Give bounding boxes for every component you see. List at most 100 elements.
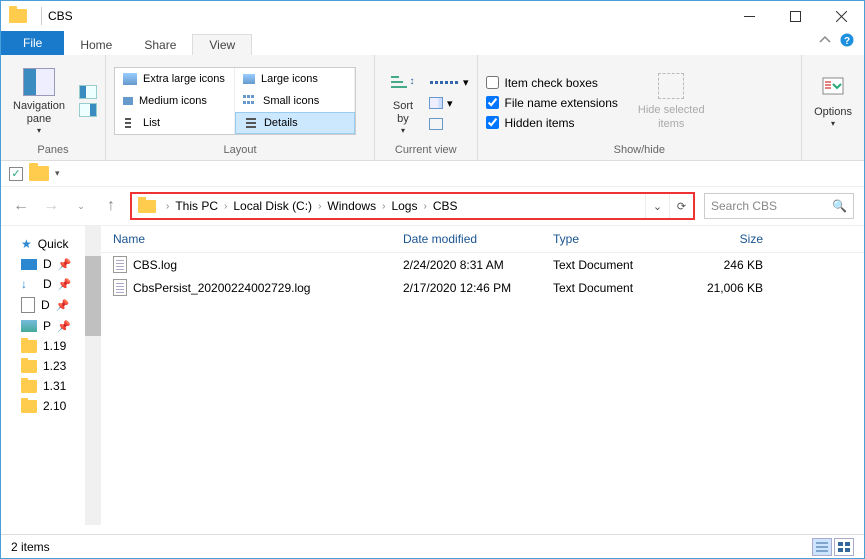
layout-scroll[interactable] <box>362 68 366 134</box>
hidden-items-toggle[interactable]: Hidden items <box>486 116 618 130</box>
layout-medium[interactable]: Medium icons <box>115 90 235 112</box>
group-by-button[interactable]: ▾ <box>429 76 469 89</box>
layout-small[interactable]: Small icons <box>235 90 355 112</box>
file-date: 2/24/2020 8:31 AM <box>403 258 553 272</box>
select-all-checkbox[interactable]: ✓ <box>9 167 23 181</box>
crumb-drive[interactable]: Local Disk (C:) <box>231 199 314 213</box>
col-size[interactable]: Size <box>683 232 763 246</box>
ribbon: Navigation pane ▾ Panes Extra large icon… <box>1 55 864 161</box>
file-size: 246 KB <box>683 258 763 272</box>
folder-icon <box>138 200 156 213</box>
item-checkboxes-toggle[interactable]: Item check boxes <box>486 76 618 90</box>
group-curview-label: Current view <box>383 142 469 156</box>
file-list[interactable]: Name Date modified Type Size CBS.log 2/2… <box>101 226 864 525</box>
add-columns-button[interactable]: ▾ <box>429 97 469 110</box>
search-box[interactable]: Search CBS 🔍 <box>704 193 854 219</box>
help-icon[interactable]: ? <box>840 33 854 47</box>
options-button[interactable]: Options ▾ <box>810 70 856 131</box>
ribbon-tabs: File Home Share View ? <box>1 31 864 55</box>
document-icon <box>113 279 127 296</box>
tab-share[interactable]: Share <box>128 35 192 55</box>
document-icon <box>113 256 127 273</box>
sort-by-button[interactable]: ↕ Sort by ▾ <box>383 64 423 138</box>
preview-pane-button[interactable] <box>79 85 97 99</box>
hide-selected-button: Hide selected items <box>634 68 709 132</box>
window-title: CBS <box>48 9 73 23</box>
hide-selected-label: Hide selected items <box>638 104 705 130</box>
crumb-windows[interactable]: Windows <box>325 199 378 213</box>
navigation-pane[interactable]: ★ Quick D📌 ↓D📌 D📌 P📌 1.19 1.23 1.31 2.10 <box>1 226 101 525</box>
group-panes-label: Panes <box>9 142 97 156</box>
size-columns-button[interactable] <box>429 118 469 130</box>
qat-dropdown[interactable]: ▾ <box>55 168 60 179</box>
details-pane-button[interactable] <box>79 103 97 117</box>
group-panes: Navigation pane ▾ Panes <box>1 55 106 160</box>
address-bar[interactable]: › This PC› Local Disk (C:)› Windows› Log… <box>131 193 694 219</box>
title-bar: CBS <box>1 1 864 31</box>
crumb-cbs[interactable]: CBS <box>431 199 460 213</box>
collapse-ribbon-icon[interactable] <box>818 33 832 47</box>
maximize-button[interactable] <box>772 1 818 31</box>
group-layout: Extra large icons Large icons Medium ico… <box>106 55 375 160</box>
group-show-hide: Item check boxes File name extensions Hi… <box>478 55 803 160</box>
chevron-right-icon[interactable]: › <box>162 201 173 212</box>
crumb-logs[interactable]: Logs <box>389 199 419 213</box>
current-view-buttons: ▾ ▾ <box>429 72 469 130</box>
status-bar: 2 items <box>1 534 864 558</box>
minimize-button[interactable] <box>726 1 772 31</box>
breadcrumb[interactable]: › This PC› Local Disk (C:)› Windows› Log… <box>162 199 460 213</box>
crumb-thispc[interactable]: This PC <box>173 199 220 213</box>
tab-file[interactable]: File <box>1 31 64 55</box>
star-icon: ★ <box>21 237 32 251</box>
tab-view[interactable]: View <box>192 34 252 55</box>
navigation-pane-button[interactable]: Navigation pane ▾ <box>9 64 69 138</box>
col-type[interactable]: Type <box>553 232 683 246</box>
status-text: 2 items <box>11 540 50 554</box>
folder-icon <box>9 9 27 23</box>
tab-home[interactable]: Home <box>64 35 128 55</box>
address-dropdown[interactable]: ⌄ <box>645 194 669 218</box>
chevron-down-icon: ▾ <box>831 119 835 129</box>
chevron-down-icon: ▾ <box>37 126 41 136</box>
search-placeholder: Search CBS <box>711 199 777 213</box>
nav-scrollbar[interactable] <box>85 226 101 525</box>
sort-by-label: Sort by <box>393 100 413 126</box>
details-view-button[interactable] <box>812 538 832 556</box>
navigation-pane-label: Navigation pane <box>13 100 65 126</box>
file-type: Text Document <box>553 281 683 295</box>
address-row: ← → ⌄ ↑ › This PC› Local Disk (C:)› Wind… <box>1 187 864 225</box>
col-name[interactable]: Name <box>113 232 403 246</box>
file-size: 21,006 KB <box>683 281 763 295</box>
layout-list[interactable]: List <box>115 112 235 134</box>
layout-large[interactable]: Large icons <box>235 68 355 90</box>
view-switcher[interactable] <box>812 538 854 556</box>
group-current-view: ↕ Sort by ▾ ▾ ▾ Current view <box>375 55 478 160</box>
back-button[interactable]: ← <box>11 196 31 216</box>
folder-icon <box>29 166 49 181</box>
options-label: Options <box>814 106 852 119</box>
file-name: CBS.log <box>133 258 177 272</box>
refresh-button[interactable]: ⟳ <box>669 194 693 218</box>
close-button[interactable] <box>818 1 864 31</box>
quick-access-label: Quick <box>38 237 69 251</box>
group-showhide-label: Show/hide <box>486 142 794 156</box>
group-options: Options ▾ <box>802 55 864 160</box>
file-row[interactable]: CBS.log 2/24/2020 8:31 AM Text Document … <box>101 253 864 276</box>
recent-dropdown[interactable]: ⌄ <box>71 196 91 216</box>
quick-access-toolbar: ✓ ▾ <box>1 161 864 187</box>
file-name: CbsPersist_20200224002729.log <box>133 281 310 295</box>
content-area: ★ Quick D📌 ↓D📌 D📌 P📌 1.19 1.23 1.31 2.10… <box>1 225 864 525</box>
file-ext-toggle[interactable]: File name extensions <box>486 96 618 110</box>
column-headers[interactable]: Name Date modified Type Size <box>101 226 864 253</box>
layout-selector[interactable]: Extra large icons Large icons Medium ico… <box>114 67 356 135</box>
col-date[interactable]: Date modified <box>403 232 553 246</box>
layout-extra-large[interactable]: Extra large icons <box>115 68 235 90</box>
chevron-down-icon: ▾ <box>401 126 405 136</box>
forward-button[interactable]: → <box>41 196 61 216</box>
thumbnails-view-button[interactable] <box>834 538 854 556</box>
up-button[interactable]: ↑ <box>101 196 121 216</box>
pane-toggles <box>79 85 97 117</box>
file-date: 2/17/2020 12:46 PM <box>403 281 553 295</box>
layout-details[interactable]: Details <box>235 112 355 134</box>
file-row[interactable]: CbsPersist_20200224002729.log 2/17/2020 … <box>101 276 864 299</box>
